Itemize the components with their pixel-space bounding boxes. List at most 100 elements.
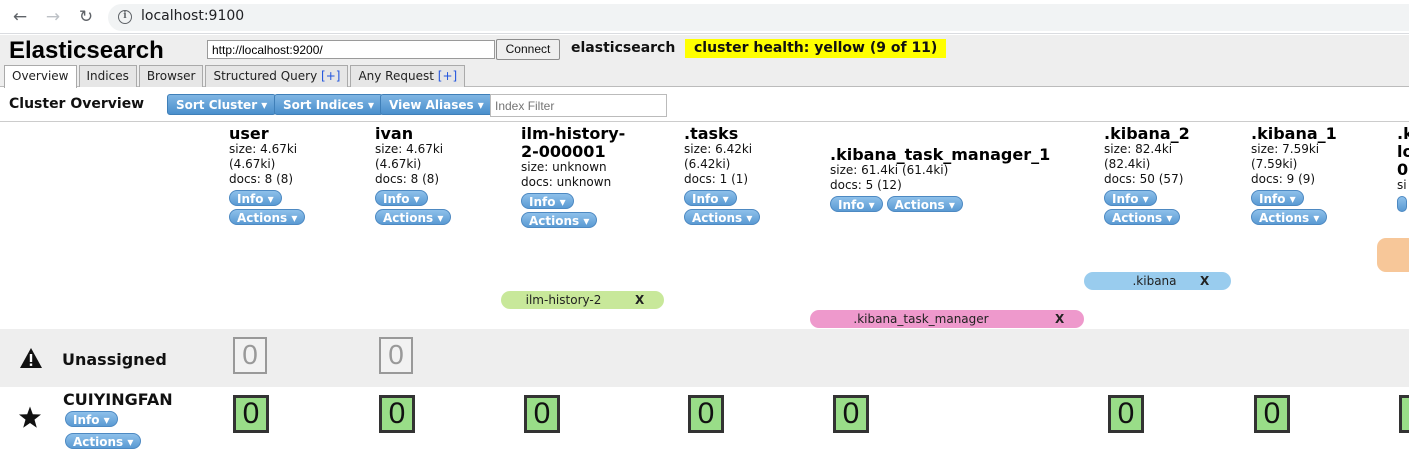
- main-tabs: Overview Indices Browser Structured Quer…: [4, 65, 467, 88]
- index-docs: docs: 8 (8): [229, 172, 294, 186]
- shard-user[interactable]: 0: [233, 395, 269, 433]
- index-column-kibana-task-manager: .kibana_task_manager_1 size: 61.4ki (61.…: [830, 147, 1050, 212]
- shard-ivan[interactable]: 0: [379, 395, 415, 433]
- index-size: size: 7.59ki: [1251, 142, 1320, 156]
- warning-icon: [20, 348, 42, 368]
- sort-cluster-button[interactable]: Sort Cluster ▾: [167, 94, 277, 115]
- index-info-button[interactable]: [1397, 196, 1408, 212]
- tab-label: Indices: [86, 69, 129, 83]
- view-aliases-button[interactable]: View Aliases ▾: [380, 94, 493, 115]
- app-title: Elasticsearch: [9, 37, 164, 64]
- alias-label: .kibana_task_manager: [853, 312, 989, 326]
- browser-toolbar: ← → ↻ i localhost:9100: [0, 0, 1409, 34]
- index-info-button[interactable]: Info ▾: [1251, 190, 1304, 206]
- index-actions-button[interactable]: Actions ▾: [1251, 209, 1328, 225]
- alias-kibana[interactable]: .kibana X: [1084, 272, 1231, 290]
- index-size: size: 82.4ki: [1104, 142, 1173, 156]
- index-docs: docs: 1 (1): [684, 172, 749, 186]
- address-url[interactable]: localhost:9100: [141, 8, 244, 24]
- index-column-tasks: .tasks size: 6.42ki (6.42ki) docs: 1 (1)…: [684, 124, 761, 225]
- alias-truncated: [1377, 238, 1409, 272]
- node-name: CUIYINGFAN: [63, 390, 173, 409]
- index-size: size: 4.67ki: [375, 142, 444, 156]
- tab-overview[interactable]: Overview: [4, 65, 77, 88]
- shard-tasks[interactable]: 0: [688, 395, 724, 433]
- shard-ilm-history[interactable]: 0: [524, 395, 560, 433]
- index-name: ilm-history-: [521, 124, 626, 143]
- address-bar[interactable]: [108, 4, 1409, 31]
- cluster-name: elasticsearch: [571, 40, 676, 56]
- index-name-truncated-decor: .k: [1397, 126, 1409, 143]
- index-name: .tasks: [684, 124, 739, 143]
- node-info-button[interactable]: Info ▾: [65, 411, 118, 427]
- index-size: size: 6.42ki: [684, 142, 753, 156]
- remove-alias-icon[interactable]: X: [1055, 310, 1064, 328]
- sort-indices-button[interactable]: Sort Indices ▾: [274, 94, 384, 115]
- shard-kibana-1[interactable]: 0: [1254, 395, 1290, 433]
- shard-truncated[interactable]: [1399, 395, 1409, 433]
- index-name: user: [229, 124, 269, 143]
- index-column-kibana-1: .kibana_1 size: 7.59ki (7.59ki) docs: 9 …: [1251, 126, 1337, 225]
- tab-label: Structured Query: [213, 69, 318, 83]
- index-column-ivan: ivan size: 4.67ki (4.67ki) docs: 8 (8) I…: [375, 126, 452, 225]
- shard-kibana-task-manager[interactable]: 0: [833, 395, 869, 433]
- index-column-truncated: .k lo 0 si: [1397, 126, 1409, 246]
- shard-kibana-2[interactable]: 0: [1108, 395, 1144, 433]
- index-size-total: (4.67ki): [375, 157, 422, 171]
- unassigned-row: Unassigned 0 0: [0, 329, 1409, 387]
- index-actions-button[interactable]: Actions ▾: [1104, 209, 1181, 225]
- connect-button[interactable]: Connect: [496, 39, 560, 60]
- index-size-total: (4.67ki): [229, 157, 276, 171]
- index-size-total: (7.59ki): [1251, 157, 1298, 171]
- master-star-icon: [19, 406, 41, 428]
- unassigned-shard[interactable]: 0: [233, 337, 267, 374]
- index-info-button[interactable]: Info ▾: [684, 190, 737, 206]
- alias-label: ilm-history-2: [525, 293, 602, 307]
- index-actions-button[interactable]: Actions ▾: [886, 196, 963, 212]
- remove-alias-icon[interactable]: X: [635, 291, 644, 309]
- index-info-button[interactable]: Info ▾: [375, 190, 428, 206]
- tab-label: Overview: [12, 69, 69, 83]
- app-header: Elasticsearch Connect elasticsearch clus…: [0, 35, 1409, 88]
- forward-arrow-icon[interactable]: →: [42, 6, 64, 28]
- reload-icon[interactable]: ↻: [75, 6, 97, 28]
- index-column-ilm-history: ilm-history- 2-000001 size: unknown docs…: [521, 126, 625, 228]
- tab-label: Browser: [146, 69, 196, 83]
- index-size: size: 4.67ki: [229, 142, 298, 156]
- index-name: .kibana_1: [1251, 124, 1337, 143]
- index-actions-button[interactable]: Actions ▾: [229, 209, 306, 225]
- tab-browser[interactable]: Browser: [138, 65, 204, 87]
- alias-ilm-history[interactable]: ilm-history-2 X: [501, 291, 664, 309]
- tab-label: Any Request: [358, 69, 434, 83]
- unassigned-label: Unassigned: [62, 350, 167, 369]
- overview-toolbar: Cluster Overview Sort Cluster ▾ Sort Ind…: [0, 88, 1409, 122]
- page-title: Cluster Overview: [9, 96, 145, 112]
- index-docs: docs: 5 (12): [830, 178, 902, 192]
- index-size-total: (6.42ki): [684, 157, 731, 171]
- index-size: size: unknown: [521, 160, 607, 174]
- index-name: .kibana_task_manager_1: [830, 145, 1051, 164]
- index-actions-button[interactable]: Actions ▾: [684, 209, 761, 225]
- index-docs: docs: 9 (9): [1251, 172, 1316, 186]
- tab-structured-query[interactable]: Structured Query [+]: [205, 65, 349, 87]
- index-info-button[interactable]: Info ▾: [1104, 190, 1157, 206]
- node-actions-button[interactable]: Actions ▾: [65, 433, 142, 449]
- index-info-button[interactable]: Info ▾: [830, 196, 883, 212]
- remove-alias-icon[interactable]: X: [1200, 272, 1209, 290]
- add-tab-icon[interactable]: [+]: [321, 69, 340, 83]
- connection-url-input[interactable]: [207, 40, 495, 59]
- back-arrow-icon[interactable]: ←: [9, 6, 31, 28]
- add-tab-icon[interactable]: [+]: [438, 69, 457, 83]
- index-docs: docs: 8 (8): [375, 172, 440, 186]
- tab-any-request[interactable]: Any Request [+]: [350, 65, 466, 87]
- index-actions-button[interactable]: Actions ▾: [375, 209, 452, 225]
- alias-kibana-task-manager[interactable]: .kibana_task_manager X: [810, 310, 1084, 328]
- index-actions-button[interactable]: Actions ▾: [521, 212, 598, 228]
- unassigned-shard[interactable]: 0: [379, 337, 413, 374]
- index-info-button[interactable]: Info ▾: [229, 190, 282, 206]
- site-info-icon[interactable]: i: [118, 10, 132, 24]
- index-filter-input[interactable]: [490, 94, 667, 117]
- index-info-button[interactable]: Info ▾: [521, 193, 574, 209]
- tab-indices[interactable]: Indices: [78, 65, 137, 87]
- index-name-line2: 2-000001: [521, 142, 606, 161]
